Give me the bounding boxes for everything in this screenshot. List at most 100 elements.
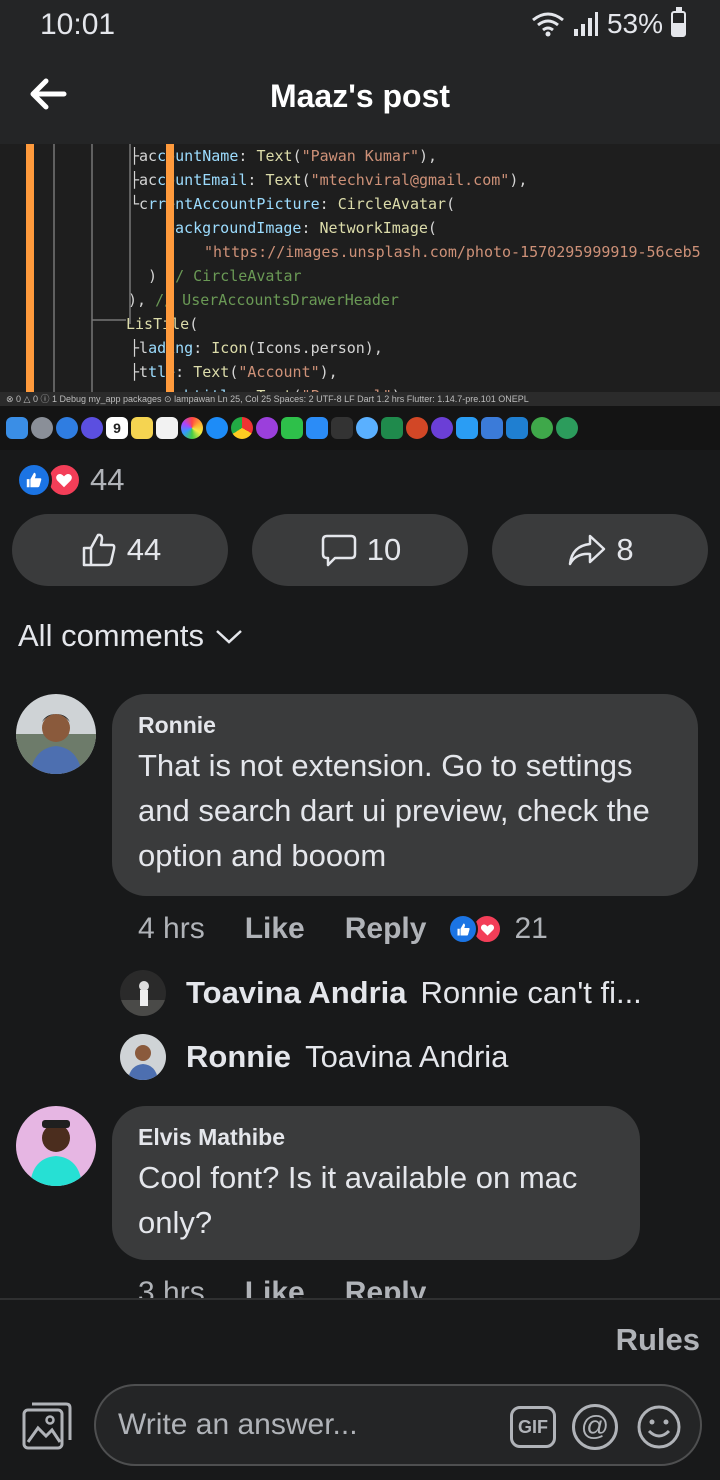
photos-icon (181, 417, 203, 439)
post-image[interactable]: ├accountName: Text("Pawan Kumar"), ├accou… (0, 144, 720, 450)
reply-preview[interactable]: Toavina Andria Ronnie can't fi... (120, 970, 642, 1016)
code-token: Text (265, 171, 302, 189)
podcasts-icon (256, 417, 278, 439)
comment-like-button[interactable]: Like (245, 912, 305, 946)
code-token: ), (419, 147, 438, 165)
comment-reaction-count: 21 (514, 912, 548, 945)
reply-author: Ronnie (186, 1039, 292, 1074)
code-token: ( (446, 195, 456, 213)
like-reaction-icon (448, 914, 479, 944)
chrome-icon (231, 417, 253, 439)
gif-icon[interactable]: GIF (510, 1406, 556, 1448)
android-studio-icon (531, 417, 553, 439)
code-token: ), (509, 171, 528, 189)
finder-icon (6, 417, 28, 439)
code-token: "mtechviral@gmail.com" (310, 171, 510, 189)
code-line: backgroundImage: NetworkImage( (166, 216, 437, 240)
battery-percentage: 53% (606, 8, 663, 39)
comment-reactions[interactable]: 21 (448, 912, 548, 946)
share-count: 8 (616, 532, 634, 567)
answer-input[interactable]: Write an answer... GIF @ (94, 1384, 702, 1466)
code-token: CircleAvatar (337, 195, 447, 213)
signal-icon (573, 12, 598, 36)
reminders-icon (156, 417, 178, 439)
code-token: ( (427, 219, 437, 237)
code-line: ├accountName: Text("Pawan Kumar"), (130, 144, 437, 168)
mention-icon[interactable]: @ (572, 1404, 618, 1450)
comment-bubble[interactable]: Elvis Mathibe Cool font? Is it available… (112, 1106, 640, 1260)
xcode-icon (456, 417, 478, 439)
facetime-icon (281, 417, 303, 439)
code-line: "https://images.unsplash.com/photo-15702… (204, 240, 701, 264)
chevron-down-icon (216, 630, 242, 644)
commenter-name[interactable]: Ronnie (138, 712, 672, 739)
all-comments-dropdown[interactable]: All comments (18, 618, 244, 654)
vscode-icon (506, 417, 528, 439)
commenter-name[interactable]: Elvis Mathibe (138, 1124, 614, 1151)
comment-meta: 3 hrs Like Reply (138, 1276, 426, 1298)
like-button[interactable]: 44 (12, 514, 228, 586)
code-token: ), (319, 363, 338, 381)
avatar[interactable] (16, 1106, 96, 1186)
code-token: : (175, 363, 194, 381)
code-token: "https://images.unsplash.com/photo-15702… (204, 243, 701, 261)
code-token: Text (193, 363, 230, 381)
code-line: └crrentAccountPicture: CircleAvatar( (130, 192, 455, 216)
launchpad-icon (31, 417, 53, 439)
wifi-icon (532, 12, 564, 37)
comment-reply-button[interactable]: Reply (345, 912, 427, 946)
reply-preview[interactable]: Ronnie Toavina Andria (120, 1034, 508, 1080)
status-time: 10:01 (40, 8, 116, 41)
code-line: ├accountEmail: Text("mtechviral@gmail.co… (130, 168, 527, 192)
orange-highlight-annotation (26, 144, 174, 426)
comment-bubble[interactable]: Ronnie That is not extension. Go to sett… (112, 694, 698, 896)
siri-icon (81, 417, 103, 439)
comment-text: That is not extension. Go to settings an… (138, 748, 650, 873)
reaction-summary[interactable]: 44 (16, 462, 124, 498)
editor-status-bar: ⊗ 0 △ 0 ⓘ 1 Debug my_app packages ⊙ lamp… (0, 392, 720, 406)
status-bar: 10:01 53% (0, 0, 720, 52)
calendar-icon: 9 (106, 417, 128, 439)
mac-dock: 9 (0, 406, 720, 450)
app-bar: Maaz's post (0, 52, 720, 144)
avatar[interactable] (16, 694, 96, 774)
android-icon (556, 417, 578, 439)
avatar (120, 970, 166, 1016)
emoji-icon[interactable] (636, 1404, 682, 1450)
comment-reply-button[interactable]: Reply (345, 1276, 427, 1298)
reply-author: Toavina Andria (186, 975, 407, 1010)
comment-button[interactable]: 10 (252, 514, 468, 586)
safari-icon (56, 417, 78, 439)
like-count: 44 (126, 532, 162, 567)
comment-meta: 4 hrs Like Reply 21 (138, 912, 548, 946)
code-token: Text (256, 147, 293, 165)
appstore-a-icon (306, 417, 328, 439)
reply-text: Toavina Andria (305, 1039, 509, 1074)
system-icon (356, 417, 378, 439)
tool-icon (481, 417, 503, 439)
code-token: // UserAccountsDrawerHeader (146, 291, 399, 309)
rules-link[interactable]: Rules (616, 1322, 700, 1358)
comment-icon (321, 534, 356, 567)
answer-placeholder: Write an answer... (118, 1408, 358, 1441)
share-button[interactable]: 8 (492, 514, 708, 586)
like-reaction-icon (16, 462, 52, 498)
comment-time: 4 hrs (138, 912, 205, 945)
powerpoint-icon (406, 417, 428, 439)
code-token: ( (189, 315, 199, 333)
status-icons: 53% (531, 7, 686, 40)
excel-icon (381, 417, 403, 439)
photo-gallery-icon[interactable] (20, 1400, 74, 1454)
code-token: "Account" (238, 363, 320, 381)
battery-icon (671, 7, 686, 37)
code-token: backgroundImage (166, 219, 302, 237)
code-token: : (238, 147, 257, 165)
thumbs-up-icon (82, 533, 116, 567)
comment-text: Cool font? Is it available on mac only? (138, 1160, 578, 1240)
reaction-count: 44 (90, 462, 125, 497)
comment-time: 3 hrs (138, 1276, 205, 1298)
notes-icon (131, 417, 153, 439)
comment-like-button[interactable]: Like (245, 1276, 305, 1298)
code-token: ( (292, 147, 302, 165)
code-token: "Pawan Kumar" (301, 147, 419, 165)
